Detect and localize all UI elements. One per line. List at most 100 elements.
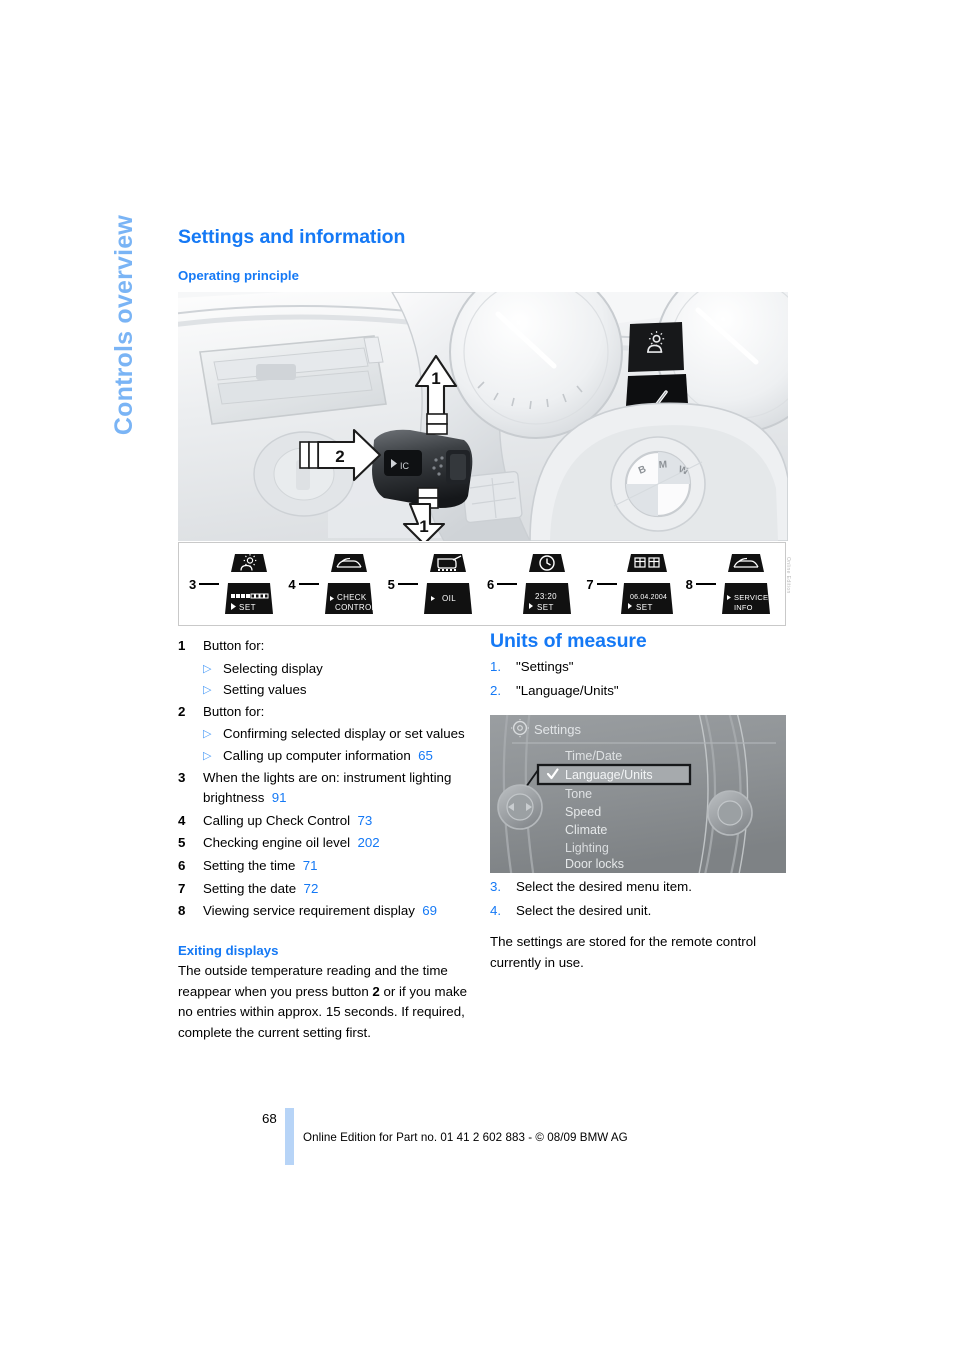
device-graphic-service-info: SERVICE - INFO (717, 552, 775, 616)
display-device-number: 5 (387, 576, 395, 592)
idrive-controller (497, 783, 543, 830)
display-device-5: 5 OIL (388, 552, 487, 616)
legend-label: Setting the date (203, 880, 297, 896)
triangle-bullet-icon: ▷ (203, 684, 212, 697)
svg-text:Tone: Tone (565, 787, 592, 801)
svg-text:CONTROL: CONTROL (335, 603, 376, 612)
page-reference[interactable]: 71 (303, 858, 318, 873)
page-reference[interactable]: 72 (304, 881, 319, 896)
units-step-4: 4. Select the desired unit. (490, 900, 790, 921)
svg-text:1: 1 (419, 517, 428, 536)
triangle-bullet-icon: ▷ (203, 750, 212, 763)
svg-text:Door locks: Door locks (565, 857, 624, 871)
page-reference[interactable]: 73 (357, 813, 372, 828)
section-heading-operating-principle: Operating principle (178, 268, 299, 283)
display-device-number: 4 (288, 576, 296, 592)
cluster-display (626, 322, 688, 406)
page-reference[interactable]: 69 (422, 903, 437, 918)
step-label: "Settings" (516, 659, 574, 674)
legend-label: Calling up Check Control (203, 812, 351, 828)
idrive-screenshot: Settings Time/Date Language/Units Tone S… (490, 714, 786, 873)
units-step-1: 1. "Settings" (490, 656, 790, 677)
svg-text:INFO: INFO (734, 603, 753, 612)
exiting-displays-paragraph: The outside temperature reading and the … (178, 961, 468, 1044)
svg-text:Language/Units: Language/Units (565, 768, 653, 782)
legend-item-7: 7 Setting the date 72 (178, 879, 478, 900)
dashboard-illustration: B M W IC (178, 292, 788, 541)
units-of-measure-column: Units of measure 1. "Settings" 2. "Langu… (490, 630, 790, 974)
legend-sub-item: ▷ Calling up computer information 65 (178, 746, 478, 767)
legend-item-8: 8 Viewing service requirement display 69 (178, 901, 478, 922)
svg-text:1: 1 (431, 369, 440, 388)
display-icon-strip: 3 SET 4 CHECK CONTROL 5 OIL 6 23:20 SET … (178, 542, 791, 626)
legend-label: Button for: (203, 638, 265, 653)
device-graphic-date: 06.04.2004 SET (618, 552, 676, 616)
svg-text:SET: SET (239, 603, 256, 612)
secondary-knob (707, 789, 753, 836)
display-device-8: 8 SERVICE - INFO (686, 552, 785, 616)
display-device-7: 7 06.04.2004 SET (586, 552, 685, 616)
page-reference[interactable]: 91 (272, 790, 287, 805)
svg-text:Lighting: Lighting (565, 841, 609, 855)
triangle-bullet-icon: ▷ (203, 728, 212, 741)
step-label: Select the desired menu item. (516, 878, 692, 894)
display-device-number: 3 (189, 576, 197, 592)
device-graphic-check-control: CHECK CONTROL (320, 552, 378, 616)
legend-item-4: 4 Calling up Check Control 73 (178, 811, 478, 832)
display-device-4: 4 CHECK CONTROL (288, 552, 387, 616)
legend-number: 5 (178, 835, 186, 851)
leader-line (497, 583, 518, 585)
device-graphic-oil: OIL (419, 552, 477, 616)
svg-text:M: M (658, 459, 667, 471)
svg-text:Time/Date: Time/Date (565, 749, 622, 763)
units-note-paragraph: The settings are stored for the remote c… (490, 934, 757, 970)
display-device-number: 6 (486, 576, 495, 592)
leader-line (695, 583, 716, 585)
chapter-tab-label: Controls overview (109, 215, 138, 436)
page-number: 68 (262, 1111, 277, 1126)
step-label: Select the desired unit. (516, 902, 652, 918)
display-device-number: 7 (586, 576, 594, 592)
legend-label: Viewing service requirement display (203, 903, 415, 919)
legend-sub-item: ▷ Setting values (178, 680, 478, 701)
legend-number: 2 (178, 703, 186, 719)
svg-text:23:20: 23:20 (535, 592, 557, 601)
footer-edition-text: Online Edition for Part no. 01 41 2 602 … (303, 1131, 628, 1144)
legend-label: Setting the time (203, 858, 296, 874)
dashboard-illustration-graphic: B M W IC (178, 292, 788, 541)
legend-number: 6 (178, 858, 186, 874)
display-device-number: 8 (685, 576, 693, 592)
legend-number: 4 (178, 812, 186, 828)
legend-number: 7 (178, 880, 186, 896)
leader-line (199, 583, 220, 585)
svg-text:CHECK: CHECK (337, 593, 367, 602)
legend-item-6: 6 Setting the time 71 (178, 856, 478, 877)
page-reference[interactable]: 65 (418, 748, 433, 763)
svg-text:IC: IC (400, 461, 410, 471)
units-step-3: 3. Select the desired menu item. (490, 876, 790, 897)
section-heading-exiting-displays: Exiting displays (178, 942, 279, 958)
legend-number: 3 (178, 769, 186, 785)
leader-line (596, 583, 617, 585)
device-graphic-brightness: SET (220, 552, 278, 616)
svg-text:06.04.2004: 06.04.2004 (630, 594, 667, 601)
step-label: "Language/Units" (516, 683, 619, 699)
legend-item-1: 1 Button for: (178, 636, 478, 657)
svg-text:SET: SET (636, 603, 653, 612)
legend-item-2: 2 Button for: (178, 702, 478, 723)
legend-label: Checking engine oil level (203, 835, 351, 851)
chapter-tab: Controls overview (104, 215, 144, 615)
legend-item-3: 3 When the lights are on: instrument lig… (178, 768, 478, 809)
page-reference[interactable]: 202 (358, 835, 380, 850)
display-device-6: 6 23:20 SET (487, 552, 586, 616)
legend-sub-label: Confirming selected display or set value… (223, 726, 465, 742)
step-number: 2. (490, 683, 502, 699)
legend-sub-item: ▷ Selecting display (178, 659, 478, 680)
leader-line (298, 583, 319, 585)
footer-accent-bar (285, 1108, 294, 1165)
svg-text:SERVICE -: SERVICE - (734, 593, 773, 602)
step-number: 3. (490, 878, 502, 894)
legend-label: When the lights are on: instrument light… (203, 769, 452, 806)
step-number: 4. (490, 902, 502, 918)
svg-text:Climate: Climate (565, 823, 607, 837)
